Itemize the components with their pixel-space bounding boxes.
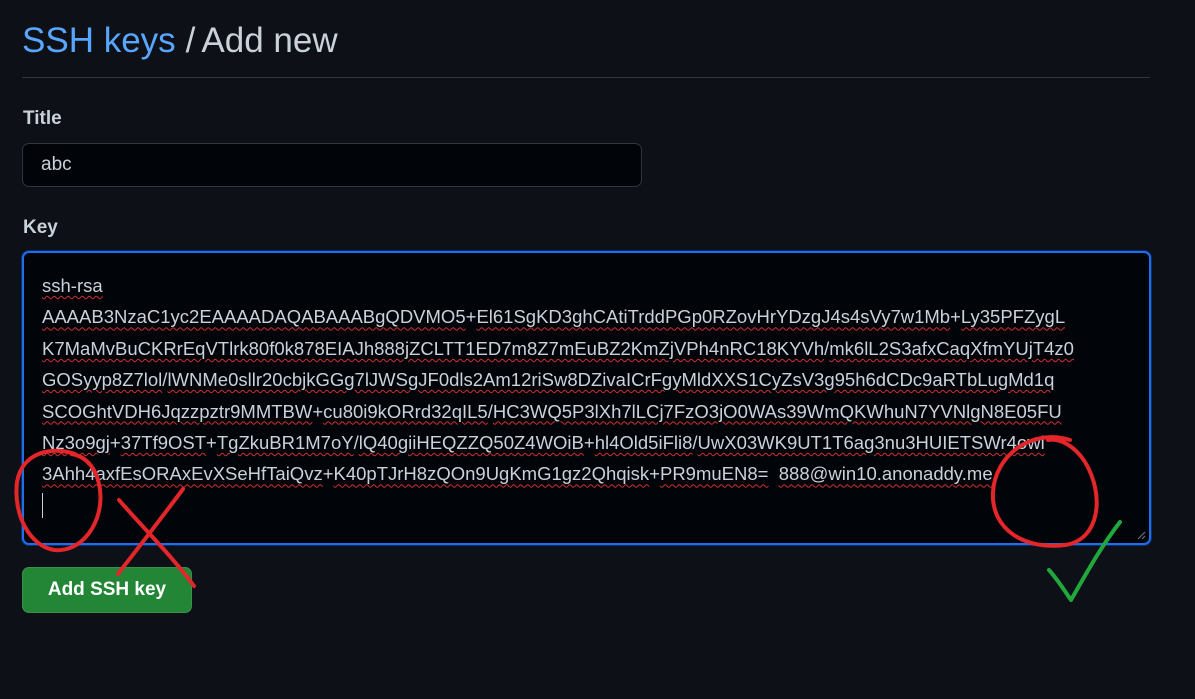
key-segment: TgZkuBR1M7oY xyxy=(216,432,354,454)
title-label: Title xyxy=(23,108,62,129)
key-segment: + xyxy=(322,463,334,485)
header-divider xyxy=(22,77,1150,78)
key-segment: SCOGhtVDH6Jqzzpztr9MMTBW xyxy=(42,400,313,422)
key-line: SCOGhtVDH6Jqzzpztr9MMTBW+cu80i9kORrd32qI… xyxy=(42,396,1131,427)
key-segment: + xyxy=(312,400,324,422)
key-segment: hl4Old5iFli8 xyxy=(594,432,693,454)
key-segment: + xyxy=(206,432,217,454)
key-segment: lWNMe0sllr20cbjkGGg7lJWSgJF0dls2Am12riSw… xyxy=(167,369,1055,391)
key-segment: 3Ahh4axfEsORAxEvXSeHfTaiQvz xyxy=(42,463,323,485)
key-line: 3Ahh4axfEsORAxEvXSeHfTaiQvz+K40pTJrH8zQO… xyxy=(42,458,1131,489)
breadcrumb-current: Add new xyxy=(201,21,338,60)
breadcrumb-separator: / xyxy=(185,21,196,60)
key-segment: lQ40giiHEQZZQ50Z4WOiB xyxy=(358,432,584,454)
key-segment: + xyxy=(465,306,477,328)
key-segment: + xyxy=(950,306,961,328)
key-segment: HC3WQ5P3lXh7lLCj7FzO3jO0WAs39WmQKWhuN7YV… xyxy=(492,400,1062,422)
key-text: ssh-rsa AAAAB3NzaC1yc2EAAAADAQABAAABgQDVM… xyxy=(42,270,1131,490)
add-ssh-key-button[interactable]: Add SSH key xyxy=(22,567,192,613)
key-segment: + xyxy=(583,432,595,454)
key-line: GOSyyp8Z7lol/lWNMe0sllr20cbjkGGg7lJWSgJF… xyxy=(42,364,1131,395)
key-segment: 37Tf9OST xyxy=(120,432,207,454)
key-segment: ssh-rsa xyxy=(42,275,103,296)
title-input[interactable] xyxy=(22,143,642,187)
key-segment: El61SgKD3ghCAtiTrddPGp0RZovHrYDzgJ4s4sVy… xyxy=(476,306,951,328)
key-line: AAAAB3NzaC1yc2EAAAADAQABAAABgQDVMO5+El61… xyxy=(42,301,1131,332)
key-label: Key xyxy=(23,217,58,238)
key-line: Nz3o9gj+37Tf9OST+TgZkuBR1M7oY/lQ40giiHEQ… xyxy=(42,427,1131,458)
key-segment: mk6lL2S3afxCaqXfmYUjT4z0 xyxy=(829,337,1074,359)
key-segment: K40pTJrH8zQOn9UgKmG1gz2Qhqisk xyxy=(333,463,650,485)
key-segment: PR9muEN8= xyxy=(659,463,769,485)
key-segment: K7MaMvBuCKRrEqVTlrk80f0k878EIAJh888jZCLT… xyxy=(42,337,825,359)
key-segment xyxy=(768,463,778,484)
key-segment: + xyxy=(649,463,660,485)
key-segment: + xyxy=(109,432,121,454)
key-segment: cu80i9kORrd32qIL5 xyxy=(323,400,488,422)
key-line: ssh-rsa xyxy=(42,270,1131,301)
breadcrumb-ssh-keys-link[interactable]: SSH keys xyxy=(22,21,176,60)
key-segment: GOSyyp8Z7lol xyxy=(42,369,163,391)
key-segment: Ly35PFZygL xyxy=(960,306,1066,328)
key-line: K7MaMvBuCKRrEqVTlrk80f0k878EIAJh888jZCLT… xyxy=(42,333,1131,364)
key-segment: UwX03WK9UT1T6ag3nu3HUIETSWr4owl xyxy=(697,432,1045,454)
key-segment: 888@win10.anonaddy.me xyxy=(778,463,993,485)
key-segment: Nz3o9gj xyxy=(42,432,110,454)
page-title: SSH keys / Add new xyxy=(22,18,338,64)
resize-grip-icon[interactable] xyxy=(1136,530,1146,540)
key-segment: AAAAB3NzaC1yc2EAAAADAQABAAABgQDVMO5 xyxy=(42,306,466,328)
key-textarea[interactable]: ssh-rsa AAAAB3NzaC1yc2EAAAADAQABAAABgQDVM… xyxy=(22,251,1151,545)
text-caret xyxy=(42,492,43,518)
